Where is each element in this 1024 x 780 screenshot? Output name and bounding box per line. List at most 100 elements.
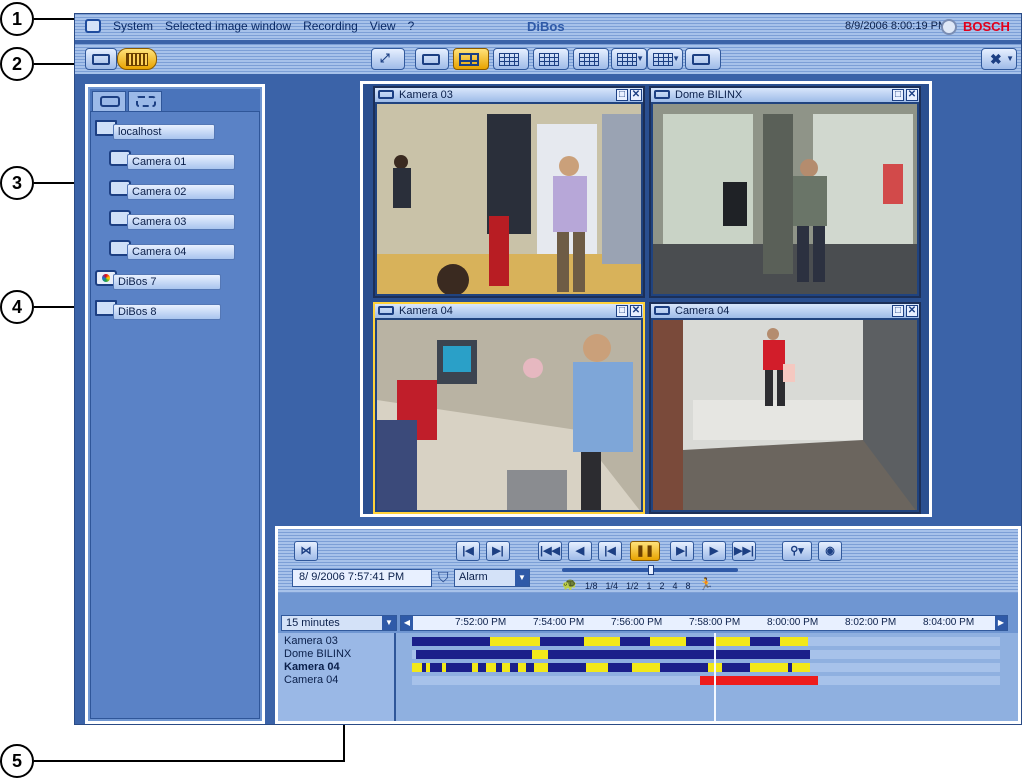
close-windows-button[interactable]: ✖ ▼ [981,48,1017,70]
layout-4x4-button[interactable] [533,48,569,70]
previous-event-button[interactable]: |◀ [456,541,480,561]
maximize-button[interactable]: □ [892,89,904,101]
callout-2: 2 [0,47,34,81]
time-tick: 8:00:00 PM [767,617,819,628]
playback-datetime-field[interactable]: 8/ 9/2006 7:57:41 PM [292,569,432,587]
chevron-down-icon: ▼ [636,54,644,63]
recording-segment [422,663,426,672]
timeline-lane-labels: Kamera 03 Dome BILINX Kamera 04 Camera 0… [278,633,396,721]
close-button[interactable]: ✕ [906,89,918,101]
maximize-button[interactable]: □ [616,89,628,101]
device-tree: localhost Camera 01 Camera 02 Camera 03 … [90,111,260,719]
video-feed-graphic [653,320,917,510]
close-button[interactable]: ✕ [630,305,642,317]
scroll-left-button[interactable]: ◀ [401,616,413,630]
skip-end-button[interactable]: ▶▶| [732,541,756,561]
layout-5x5-button[interactable] [573,48,609,70]
menu-bar: System Selected image window Recording V… [75,14,1021,40]
timeline-lane-camera-04[interactable] [412,676,1000,685]
recording-segment [430,663,442,672]
tree-node-label: localhost [113,124,215,140]
chevron-down-icon: ▼ [672,54,680,63]
grid-5x5-icon [579,53,599,66]
step-back-button[interactable]: |◀ [598,541,622,561]
layout-custom-dropdown[interactable]: ▼ [611,48,647,70]
recording-segment [526,663,534,672]
window-cascade-button[interactable] [685,48,721,70]
film-strip-icon [126,53,148,66]
close-button[interactable]: ✕ [630,89,642,101]
menu-selected-image-window[interactable]: Selected image window [165,19,291,33]
rewind-button[interactable]: ◀ [568,541,592,561]
speed-label: 4 [672,581,678,591]
toolbar: ⤢ ▼ ▼ ✖ ▼ [75,44,1021,74]
disc-icon: ◉ [825,545,835,557]
recording-segment [750,637,780,646]
image-window-titlebar: Camera 04 □ ✕ [651,304,919,318]
lane-label-kamera-04: Kamera 04 [284,661,340,673]
tab-favorites[interactable] [128,91,162,111]
close-button[interactable]: ✕ [906,305,918,317]
recording-segment [446,663,472,672]
layout-2x2-button[interactable] [453,48,489,70]
camera-icon [654,90,670,99]
timeline-lane-kamera-03[interactable] [412,637,1000,646]
image-window-title: Kamera 04 [399,305,453,317]
speed-slider[interactable] [562,565,738,575]
app-title: DiBos [527,19,565,34]
layout-1-button[interactable] [415,48,449,70]
maximize-button[interactable]: □ [616,305,628,317]
next-event-button[interactable]: ▶| [486,541,510,561]
pause-button[interactable]: ❚❚ [630,541,660,561]
tab-devices[interactable] [92,91,126,111]
maximize-button[interactable]: □ [892,305,904,317]
timeline-lane-kamera-04[interactable] [412,663,1000,672]
recording-segment [532,650,548,659]
callout-1: 1 [0,2,34,36]
expand-icon: ⤢ [380,51,390,65]
layout-full-button[interactable]: ⤢ [371,48,405,70]
image-window-camera-04[interactable]: Camera 04 □ ✕ [649,302,921,514]
timeline-ruler[interactable]: ◀ ▶ 7:52:00 PM 7:54:00 PM 7:56:00 PM 7:5… [400,615,1008,631]
time-range-select[interactable]: 15 minutes ▼ [281,615,397,631]
image-window-dome-bilinx[interactable]: Dome BILINX □ ✕ [649,86,921,298]
speed-label: 8 [685,581,691,591]
tree-node-label: Camera 01 [127,154,235,170]
play-button[interactable]: ▶ [702,541,726,561]
image-window-title: Kamera 03 [399,89,453,101]
callout-1-leader [34,18,78,20]
playback-button[interactable] [117,48,157,70]
layout-3x3-button[interactable] [493,48,529,70]
layout-split-dropdown[interactable]: ▼ [647,48,683,70]
speed-label: 2 [659,581,665,591]
skip-start-button[interactable]: |◀◀ [538,541,562,561]
callout-2-leader [34,63,78,65]
time-range-value: 15 minutes [286,617,340,629]
lane-label-camera-04: Camera 04 [284,674,339,686]
bosch-logo-icon [941,19,957,35]
step-forward-button[interactable]: ▶| [670,541,694,561]
timeline-playhead[interactable] [714,633,716,721]
grid-4x4-icon [539,53,559,66]
menu-system[interactable]: System [113,19,153,33]
menu-help[interactable]: ? [408,19,415,33]
image-window-kamera-03[interactable]: Kamera 03 □ ✕ [373,86,645,298]
export-button[interactable]: ◉ [818,541,842,561]
image-window-kamera-04[interactable]: Kamera 04 □ ✕ [373,302,645,514]
image-window-area: Kamera 03 □ ✕ Dome BILINX □ ✕ Kamera 04 … [360,81,932,517]
filter-icon: ⛉ [438,569,449,585]
timeline-lane-dome-bilinx[interactable] [412,650,1000,659]
playback-panel: ⋈ |◀ ▶| |◀◀ ◀ |◀ ❚❚ ▶| ▶ ▶▶| ⚲▾ ◉ 8/ 9/2… [275,526,1021,724]
recording-segment [584,637,620,646]
live-camera-button[interactable] [85,48,117,70]
event-filter-select[interactable]: Alarm ▼ [454,569,530,587]
sync-playback-button[interactable]: ⋈ [294,541,318,561]
time-tick: 7:58:00 PM [689,617,741,628]
scroll-right-button[interactable]: ▶ [995,616,1007,630]
search-button[interactable]: ⚲▾ [782,541,812,561]
event-filter-value: Alarm [459,571,488,583]
menu-recording[interactable]: Recording [303,19,358,33]
speed-scale: 🐢 1/8 1/4 1/2 1 2 4 8 🏃 [562,573,714,591]
menu-view[interactable]: View [370,19,396,33]
split-view-icon [653,53,673,66]
